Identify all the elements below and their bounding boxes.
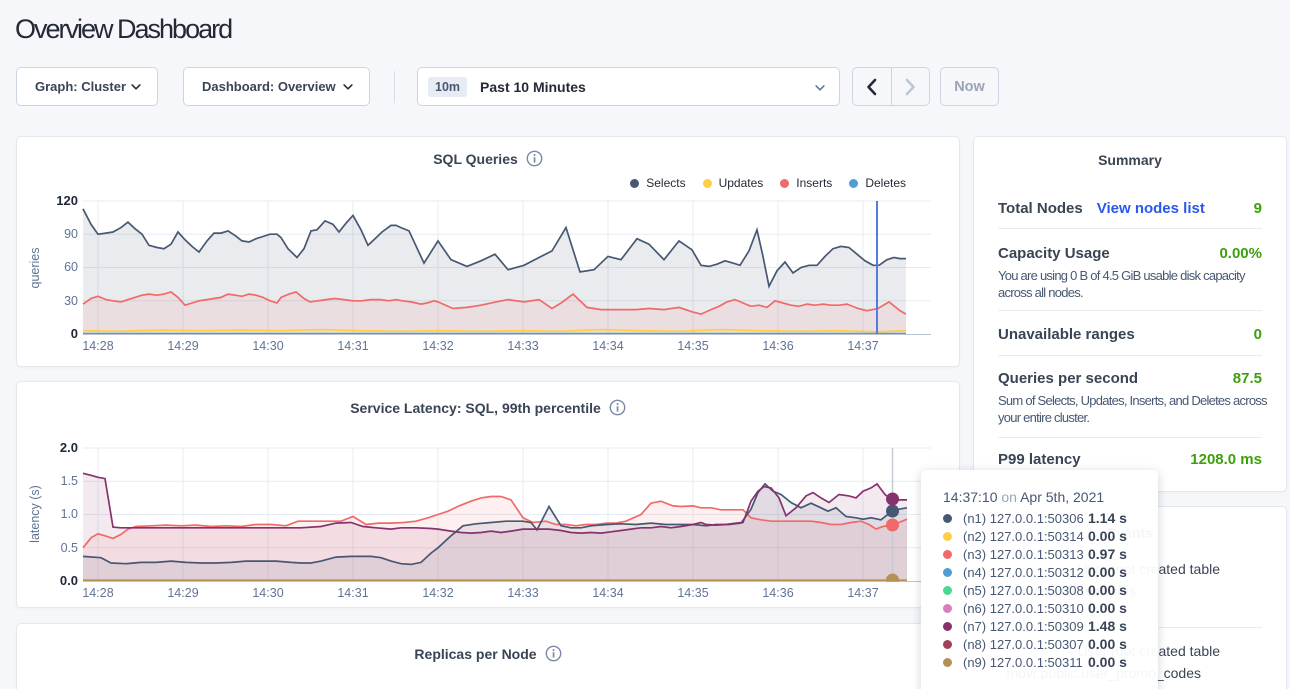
svg-text:0: 0 — [71, 326, 78, 341]
svg-text:14:30: 14:30 — [252, 339, 283, 353]
svg-text:0.5: 0.5 — [61, 541, 78, 555]
svg-text:14:29: 14:29 — [167, 586, 198, 600]
svg-text:14:29: 14:29 — [167, 339, 198, 353]
svg-text:14:37: 14:37 — [847, 586, 878, 600]
svg-text:14:30: 14:30 — [252, 586, 283, 600]
svg-text:30: 30 — [64, 294, 78, 308]
svg-text:1.0: 1.0 — [61, 507, 78, 521]
svg-text:14:32: 14:32 — [422, 339, 453, 353]
svg-text:14:36: 14:36 — [762, 339, 793, 353]
svg-text:queries: queries — [28, 248, 42, 289]
svg-text:14:35: 14:35 — [677, 586, 708, 600]
svg-text:14:33: 14:33 — [507, 586, 538, 600]
svg-text:14:34: 14:34 — [592, 339, 623, 353]
svg-text:2.0: 2.0 — [60, 440, 78, 455]
svg-text:14:31: 14:31 — [337, 339, 368, 353]
svg-text:14:36: 14:36 — [762, 586, 793, 600]
svg-text:14:37: 14:37 — [847, 339, 878, 353]
svg-text:90: 90 — [64, 227, 78, 241]
svg-text:14:33: 14:33 — [507, 339, 538, 353]
svg-text:14:28: 14:28 — [82, 586, 113, 600]
svg-text:14:34: 14:34 — [592, 586, 623, 600]
svg-text:0.0: 0.0 — [60, 573, 78, 588]
svg-text:60: 60 — [64, 260, 78, 274]
svg-text:14:28: 14:28 — [82, 339, 113, 353]
svg-text:latency (s): latency (s) — [28, 485, 42, 543]
svg-text:14:31: 14:31 — [337, 586, 368, 600]
svg-text:14:32: 14:32 — [422, 586, 453, 600]
svg-text:14:35: 14:35 — [677, 339, 708, 353]
svg-text:1.5: 1.5 — [61, 474, 78, 488]
svg-text:120: 120 — [56, 193, 78, 208]
